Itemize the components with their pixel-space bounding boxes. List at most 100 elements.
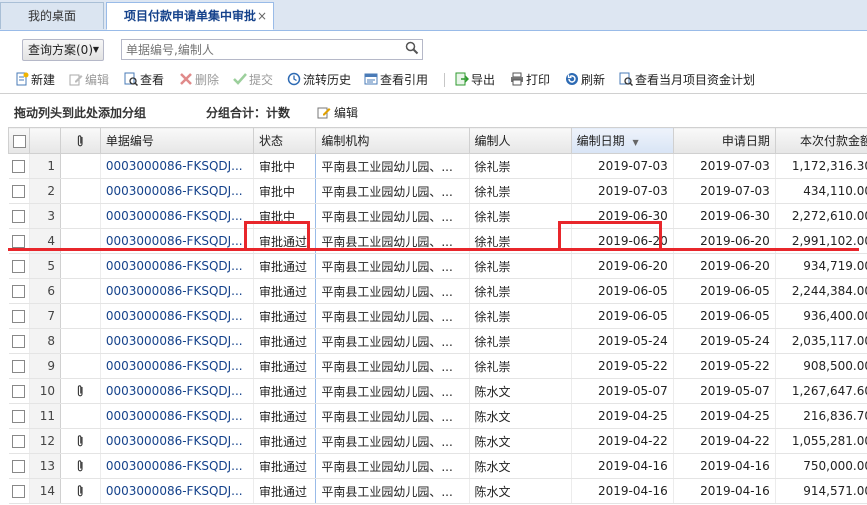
table-row[interactable]: 14 0003000086-FKSQDJ... 审批通过 平南县工业园幼儿园、... 陈…: [8, 478, 867, 504]
row-checkbox-cell[interactable]: [8, 403, 31, 429]
column-header-doc-no[interactable]: 单据编号: [99, 127, 255, 154]
row-checkbox[interactable]: [12, 260, 26, 273]
view-reference-button[interactable]: 查看引用: [364, 71, 428, 89]
row-checkbox[interactable]: [12, 335, 26, 348]
view-button[interactable]: 查看: [124, 71, 164, 89]
tab-payment-approval[interactable]: 项目付款申请单集中审批 ×: [106, 2, 274, 30]
new-button[interactable]: 新建: [15, 71, 55, 89]
attachment-cell: [60, 403, 101, 429]
table-row[interactable]: 13 0003000086-FKSQDJ... 审批通过 平南县工业园幼儿园、... 陈…: [8, 453, 867, 479]
table-row[interactable]: 1 0003000086-FKSQDJ... 审批中 平南县工业园幼儿园、... 徐礼崇…: [8, 153, 867, 179]
refresh-button[interactable]: 刷新: [565, 71, 605, 89]
column-header-created-date[interactable]: 编制日期 ▼: [570, 127, 674, 154]
row-checkbox[interactable]: [12, 385, 26, 398]
doc-number-link[interactable]: 0003000086-FKSQDJ...: [100, 378, 255, 404]
row-checkbox-cell[interactable]: [8, 378, 31, 404]
row-checkbox[interactable]: [12, 185, 26, 198]
select-all-checkbox[interactable]: [12, 134, 26, 148]
select-all-checkbox-cell[interactable]: [8, 127, 31, 154]
column-header-status[interactable]: 状态: [253, 127, 317, 154]
doc-number-link[interactable]: 0003000086-FKSQDJ...: [100, 203, 255, 229]
row-checkbox[interactable]: [12, 460, 26, 473]
row-checkbox-cell[interactable]: [8, 328, 31, 354]
row-checkbox[interactable]: [12, 410, 26, 423]
table-row[interactable]: 5 0003000086-FKSQDJ... 审批通过 平南县工业园幼儿园、... 徐礼…: [8, 253, 867, 279]
row-checkbox-cell[interactable]: [8, 478, 31, 504]
row-checkbox-cell[interactable]: [8, 178, 31, 204]
edit-button[interactable]: 编辑: [69, 71, 109, 89]
doc-number-link[interactable]: 0003000086-FKSQDJ...: [100, 153, 255, 179]
row-checkbox-cell[interactable]: [8, 303, 31, 329]
doc-number-link[interactable]: 0003000086-FKSQDJ...: [100, 428, 255, 454]
row-checkbox[interactable]: [12, 285, 26, 298]
group-edit-button[interactable]: 编辑: [317, 104, 358, 121]
column-header-org[interactable]: 编制机构: [315, 127, 470, 154]
flow-history-button[interactable]: 流转历史: [287, 71, 351, 89]
row-checkbox-cell[interactable]: [8, 153, 31, 179]
delete-button[interactable]: 删除: [179, 71, 219, 89]
search-icon[interactable]: [405, 41, 419, 55]
row-checkbox[interactable]: [12, 485, 26, 498]
row-number: 13: [29, 453, 62, 479]
group-drop-hint[interactable]: 拖动列头到此处添加分组: [14, 104, 146, 121]
row-checkbox-cell[interactable]: [8, 353, 31, 379]
attachment-cell[interactable]: [60, 378, 101, 404]
row-checkbox-cell[interactable]: [8, 203, 31, 229]
row-checkbox[interactable]: [12, 210, 26, 223]
print-button[interactable]: 打印: [510, 71, 550, 89]
doc-number-link[interactable]: 0003000086-FKSQDJ...: [100, 328, 255, 354]
doc-number-link[interactable]: 0003000086-FKSQDJ...: [100, 278, 255, 304]
row-checkbox-cell[interactable]: [8, 253, 31, 279]
row-checkbox[interactable]: [12, 235, 26, 248]
sort-desc-icon: ▼: [632, 138, 639, 147]
submit-button[interactable]: 提交: [233, 71, 273, 89]
close-icon[interactable]: ×: [257, 3, 267, 30]
table-row[interactable]: 9 0003000086-FKSQDJ... 审批通过 平南县工业园幼儿园、... 徐礼…: [8, 353, 867, 379]
table-row[interactable]: 3 0003000086-FKSQDJ... 审批中 平南县工业园幼儿园、... 徐礼崇…: [8, 203, 867, 229]
doc-number-link[interactable]: 0003000086-FKSQDJ...: [100, 253, 255, 279]
attachment-cell[interactable]: [60, 428, 101, 454]
attachment-cell[interactable]: [60, 453, 101, 479]
table-row[interactable]: 12 0003000086-FKSQDJ... 审批通过 平南县工业园幼儿园、... 陈…: [8, 428, 867, 454]
doc-number-link[interactable]: 0003000086-FKSQDJ...: [100, 478, 255, 504]
row-checkbox-cell[interactable]: [8, 428, 31, 454]
status-cell: 审批通过: [253, 453, 317, 479]
monthly-fund-plan-button[interactable]: 查看当月项目资金计划: [619, 71, 755, 89]
row-checkbox[interactable]: [12, 435, 26, 448]
table-row[interactable]: 2 0003000086-FKSQDJ... 审批中 平南县工业园幼儿园、... 徐礼崇…: [8, 178, 867, 204]
created-date-cell: 2019-06-05: [571, 303, 674, 329]
row-checkbox-cell[interactable]: [8, 278, 31, 304]
attachment-header[interactable]: [60, 127, 101, 154]
table-row[interactable]: 10 0003000086-FKSQDJ... 审批通过 平南县工业园幼儿园、... 陈…: [8, 378, 867, 404]
doc-number-link[interactable]: 0003000086-FKSQDJ...: [100, 353, 255, 379]
row-number: 1: [29, 153, 62, 179]
tab-my-desktop[interactable]: 我的桌面: [0, 2, 104, 29]
query-scheme-dropdown[interactable]: 查询方案(0) ▼: [22, 39, 104, 61]
doc-number-link[interactable]: 0003000086-FKSQDJ...: [100, 453, 255, 479]
attachment-cell[interactable]: [60, 478, 101, 504]
row-checkbox[interactable]: [12, 360, 26, 373]
table-row[interactable]: 6 0003000086-FKSQDJ... 审批通过 平南县工业园幼儿园、... 徐礼…: [8, 278, 867, 304]
export-button[interactable]: 导出: [455, 71, 495, 89]
column-header-creator[interactable]: 编制人: [468, 127, 572, 154]
search-input[interactable]: [126, 41, 396, 58]
table-row[interactable]: 11 0003000086-FKSQDJ... 审批通过 平南县工业园幼儿园、... 陈…: [8, 403, 867, 429]
view-icon: [124, 72, 138, 86]
row-checkbox[interactable]: [12, 310, 26, 323]
edit-label: 编辑: [85, 73, 110, 87]
column-header-apply-date[interactable]: 申请日期: [672, 127, 776, 154]
org-cell: 平南县工业园幼儿园、...: [315, 428, 470, 454]
created-date-cell: 2019-05-24: [571, 328, 674, 354]
doc-number-link[interactable]: 0003000086-FKSQDJ...: [100, 178, 255, 204]
status-cell: 审批通过: [253, 403, 317, 429]
created-date-cell: 2019-04-22: [571, 428, 674, 454]
attachment-cell: [60, 303, 101, 329]
doc-number-link[interactable]: 0003000086-FKSQDJ...: [100, 403, 255, 429]
table-row[interactable]: 7 0003000086-FKSQDJ... 审批通过 平南县工业园幼儿园、... 徐礼…: [8, 303, 867, 329]
column-header-amount[interactable]: 本次付款金额: [774, 127, 867, 154]
row-checkbox[interactable]: [12, 160, 26, 173]
row-checkbox-cell[interactable]: [8, 453, 31, 479]
doc-number-link[interactable]: 0003000086-FKSQDJ...: [100, 303, 255, 329]
attachment-cell: [60, 328, 101, 354]
table-row[interactable]: 8 0003000086-FKSQDJ... 审批通过 平南县工业园幼儿园、... 徐礼…: [8, 328, 867, 354]
